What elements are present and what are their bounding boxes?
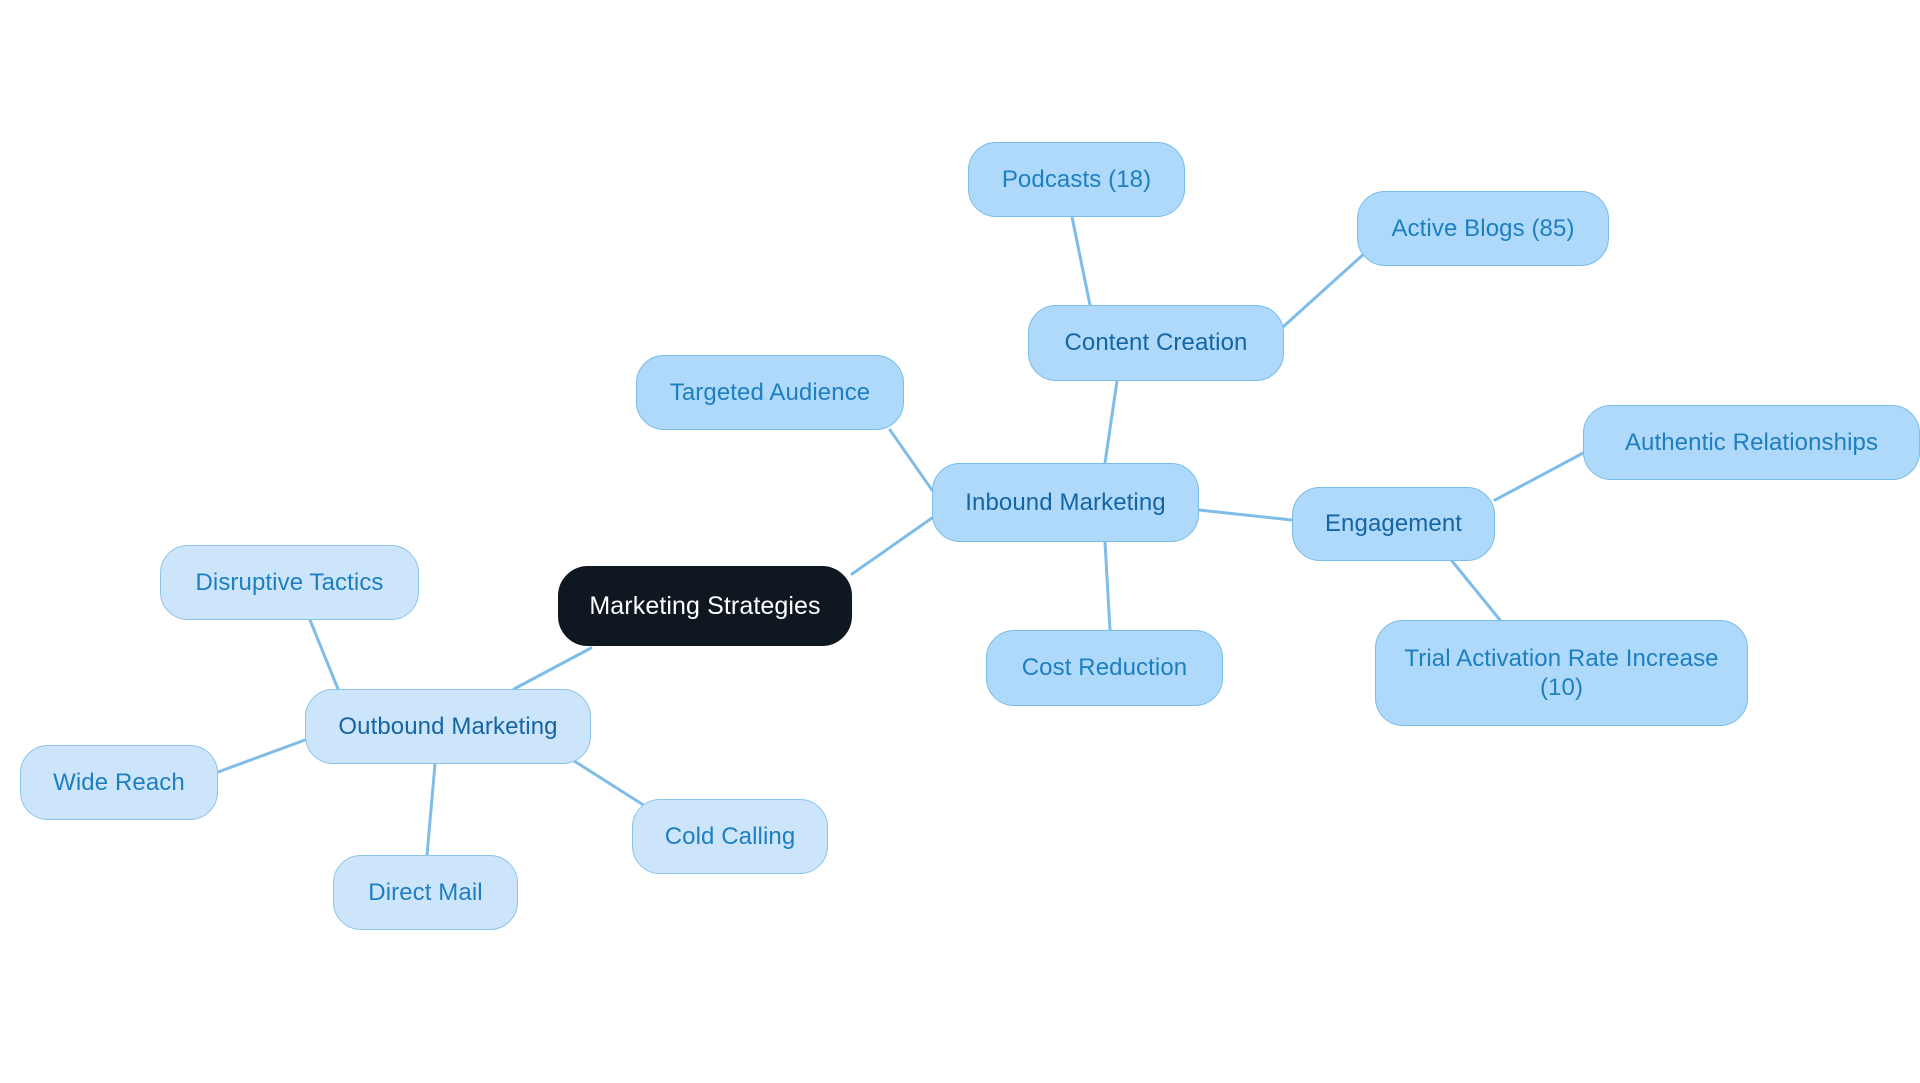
mindmap-node-label: Outbound Marketing xyxy=(338,712,558,740)
mindmap-node-label: Podcasts (18) xyxy=(1001,165,1152,193)
mindmap-node-cost-reduction[interactable]: Cost Reduction xyxy=(986,630,1223,706)
mindmap-node-podcasts[interactable]: Podcasts (18) xyxy=(968,142,1185,217)
mindmap-node-label: Disruptive Tactics xyxy=(195,568,384,596)
mindmap-node-active-blogs[interactable]: Active Blogs (85) xyxy=(1357,191,1609,266)
mindmap-node-label: Trial Activation Rate Increase (10) xyxy=(1404,644,1719,701)
mindmap-node-label: Inbound Marketing xyxy=(965,488,1166,516)
edge-outbound-to-direct-mail xyxy=(425,762,437,857)
mindmap-node-targeted-audience[interactable]: Targeted Audience xyxy=(636,355,904,430)
mindmap-node-label: Direct Mail xyxy=(368,878,483,906)
edge-outbound-to-disruptive-tactics xyxy=(308,618,340,691)
edge-root-to-inbound xyxy=(850,516,934,576)
mindmap-node-inbound[interactable]: Inbound Marketing xyxy=(932,463,1199,542)
mindmap-node-root[interactable]: Marketing Strategies xyxy=(558,566,852,646)
edge-outbound-to-wide-reach xyxy=(216,738,307,774)
mindmap-node-label: Engagement xyxy=(1324,510,1463,538)
edge-inbound-to-targeted-audience xyxy=(888,428,934,492)
mindmap-node-disruptive-tactics[interactable]: Disruptive Tactics xyxy=(160,545,419,620)
mindmap-canvas: Marketing Strategies Inbound Marketing Out… xyxy=(0,0,1920,1083)
mindmap-node-authentic-relationships[interactable]: Authentic Relationships xyxy=(1583,405,1920,480)
edge-content-creation-to-podcasts xyxy=(1070,215,1092,307)
edge-inbound-to-engagement xyxy=(1197,508,1294,522)
edge-root-to-outbound xyxy=(512,646,593,691)
mindmap-node-label: Wide Reach xyxy=(53,768,185,796)
edge-inbound-to-content-creation xyxy=(1103,379,1119,465)
mindmap-node-wide-reach[interactable]: Wide Reach xyxy=(20,745,218,820)
mindmap-node-label: Cold Calling xyxy=(664,822,796,850)
mindmap-node-label: Targeted Audience xyxy=(669,378,871,406)
mindmap-node-label: Active Blogs (85) xyxy=(1391,214,1575,242)
mindmap-node-cold-calling[interactable]: Cold Calling xyxy=(632,799,828,874)
edge-engagement-to-authentic-relationships xyxy=(1493,450,1587,502)
mindmap-node-trial-activation[interactable]: Trial Activation Rate Increase (10) xyxy=(1375,620,1748,726)
edge-engagement-to-trial-activation xyxy=(1450,559,1502,622)
mindmap-node-engagement[interactable]: Engagement xyxy=(1292,487,1495,561)
edge-inbound-to-cost-reduction xyxy=(1103,540,1112,632)
mindmap-node-label: Content Creation xyxy=(1064,329,1248,357)
mindmap-node-content-creation[interactable]: Content Creation xyxy=(1028,305,1284,381)
mindmap-node-label: Marketing Strategies xyxy=(589,591,821,620)
mindmap-node-outbound[interactable]: Outbound Marketing xyxy=(305,689,591,764)
mindmap-node-label: Authentic Relationships xyxy=(1624,428,1879,456)
mindmap-node-direct-mail[interactable]: Direct Mail xyxy=(333,855,518,930)
mindmap-node-label: Cost Reduction xyxy=(1021,654,1188,682)
edge-content-creation-to-active-blogs xyxy=(1282,250,1368,328)
